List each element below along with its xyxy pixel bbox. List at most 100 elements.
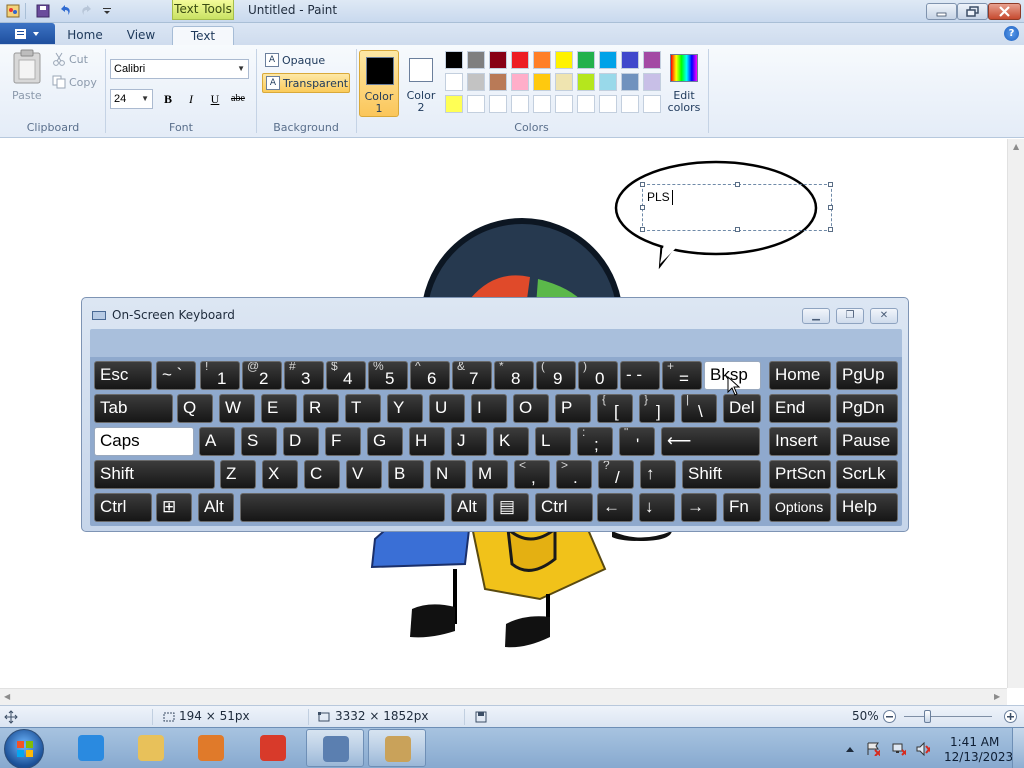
paint-menu-button[interactable] — [0, 23, 55, 44]
tab-home[interactable]: Home — [60, 26, 110, 45]
key-space[interactable]: ? / — [598, 460, 634, 489]
opaque-option[interactable]: A Opaque — [262, 51, 350, 71]
key-i[interactable]: I — [471, 394, 507, 423]
palette-swatch[interactable] — [621, 73, 639, 91]
tab-view[interactable]: View — [116, 26, 166, 45]
palette-swatch[interactable] — [467, 73, 485, 91]
key-h[interactable]: H — [409, 427, 445, 456]
resize-handle[interactable] — [828, 182, 833, 187]
key-shift[interactable]: Shift — [682, 460, 761, 489]
action-center-flag-icon[interactable] — [866, 742, 880, 756]
clock-time[interactable]: 1:41 AM — [950, 735, 999, 749]
taskbar-button-paint[interactable] — [368, 729, 426, 767]
palette-swatch[interactable] — [533, 73, 551, 91]
key-q[interactable]: Q — [177, 394, 213, 423]
key-space[interactable]: | \ — [681, 394, 717, 423]
key-2[interactable]: @2 — [242, 361, 282, 390]
key-w[interactable]: W — [219, 394, 255, 423]
palette-swatch[interactable] — [511, 95, 529, 113]
palette-swatch[interactable] — [511, 73, 529, 91]
key-space[interactable]: ⊞ — [156, 493, 192, 522]
zoom-slider-thumb[interactable] — [924, 710, 931, 723]
save-icon[interactable] — [35, 3, 51, 19]
palette-swatch[interactable] — [533, 51, 551, 69]
palette-swatch[interactable] — [643, 95, 661, 113]
volume-muted-icon[interactable] — [916, 742, 930, 756]
key-s[interactable]: S — [241, 427, 277, 456]
key-space[interactable]: ~ ` — [156, 361, 196, 390]
palette-swatch[interactable] — [533, 95, 551, 113]
key-space[interactable]: <, — [514, 460, 550, 489]
key-space[interactable]: }] — [639, 394, 675, 423]
osk-close-button[interactable]: ✕ — [870, 308, 898, 324]
key-x[interactable]: X — [262, 460, 298, 489]
scroll-right-icon[interactable]: ▶ — [994, 692, 1000, 701]
key-space[interactable]: → — [681, 493, 717, 522]
key-space[interactable]: - - — [620, 361, 660, 390]
palette-swatch[interactable] — [445, 51, 463, 69]
restore-button[interactable] — [957, 3, 988, 20]
palette-swatch[interactable] — [599, 73, 617, 91]
resize-handle[interactable] — [735, 182, 740, 187]
key-n[interactable]: N — [430, 460, 466, 489]
key-7[interactable]: & 7 — [452, 361, 492, 390]
customize-qat-icon[interactable] — [99, 3, 115, 19]
resize-handle[interactable] — [828, 227, 833, 232]
zoom-out-icon[interactable] — [882, 709, 897, 724]
key-u[interactable]: U — [429, 394, 465, 423]
key-y[interactable]: Y — [387, 394, 423, 423]
start-button[interactable] — [4, 729, 44, 768]
paste-button[interactable]: Paste — [8, 49, 46, 109]
zoom-in-icon[interactable] — [1003, 709, 1018, 724]
horizontal-scrollbar[interactable]: ◀ ▶ — [0, 688, 1007, 705]
key-0[interactable]: ) 0 — [578, 361, 618, 390]
cut-button[interactable]: Cut — [52, 52, 102, 68]
key-alt[interactable]: Alt — [198, 493, 234, 522]
clock-date[interactable]: 12/13/2023 — [944, 750, 1013, 764]
strikethrough-button[interactable]: abe — [228, 89, 248, 109]
taskbar-button-file-explorer[interactable] — [122, 729, 180, 767]
help-icon[interactable]: ? — [1004, 26, 1019, 41]
key-space[interactable]: ↑ — [640, 460, 676, 489]
key-space[interactable]: + = — [662, 361, 702, 390]
key-home[interactable]: Home — [769, 361, 831, 390]
key-ctrl[interactable]: Ctrl — [94, 493, 152, 522]
palette-swatch[interactable] — [643, 51, 661, 69]
palette-swatch[interactable] — [621, 95, 639, 113]
italic-button[interactable]: I — [181, 89, 201, 109]
color-1-selector[interactable]: Color 1 — [359, 50, 399, 117]
resize-handle[interactable] — [640, 205, 645, 210]
key-g[interactable]: G — [367, 427, 403, 456]
palette-swatch[interactable] — [489, 73, 507, 91]
key-6[interactable]: ^ 6 — [410, 361, 450, 390]
key-space[interactable]: ▤ — [493, 493, 529, 522]
key-v[interactable]: V — [346, 460, 382, 489]
key-d[interactable]: D — [283, 427, 319, 456]
resize-handle[interactable] — [640, 182, 645, 187]
key-tab[interactable]: Tab — [94, 394, 173, 423]
key-1[interactable]: ! 1 — [200, 361, 240, 390]
network-icon[interactable] — [892, 742, 906, 756]
palette-swatch[interactable] — [577, 73, 595, 91]
redo-icon[interactable] — [79, 3, 95, 19]
key-space[interactable]: " ' — [619, 427, 655, 456]
taskbar-button-internet-explorer[interactable] — [62, 729, 120, 767]
key-insert[interactable]: Insert — [769, 427, 831, 456]
key-scrlk[interactable]: ScrLk — [836, 460, 898, 489]
bold-button[interactable]: B — [158, 89, 178, 109]
key-space[interactable]: ↓ — [639, 493, 675, 522]
palette-swatch[interactable] — [599, 95, 617, 113]
palette-swatch[interactable] — [555, 95, 573, 113]
key-caps[interactable]: Caps — [94, 427, 194, 456]
resize-handle[interactable] — [735, 227, 740, 232]
key-j[interactable]: J — [451, 427, 487, 456]
color-2-selector[interactable]: Color 2 — [401, 50, 441, 117]
resize-handle[interactable] — [640, 227, 645, 232]
palette-swatch[interactable] — [643, 73, 661, 91]
key-del[interactable]: Del — [723, 394, 761, 423]
underline-button[interactable]: U — [205, 89, 225, 109]
key-fn[interactable]: Fn — [723, 493, 761, 522]
palette-swatch[interactable] — [577, 51, 595, 69]
key-p[interactable]: P — [555, 394, 591, 423]
palette-swatch[interactable] — [555, 51, 573, 69]
